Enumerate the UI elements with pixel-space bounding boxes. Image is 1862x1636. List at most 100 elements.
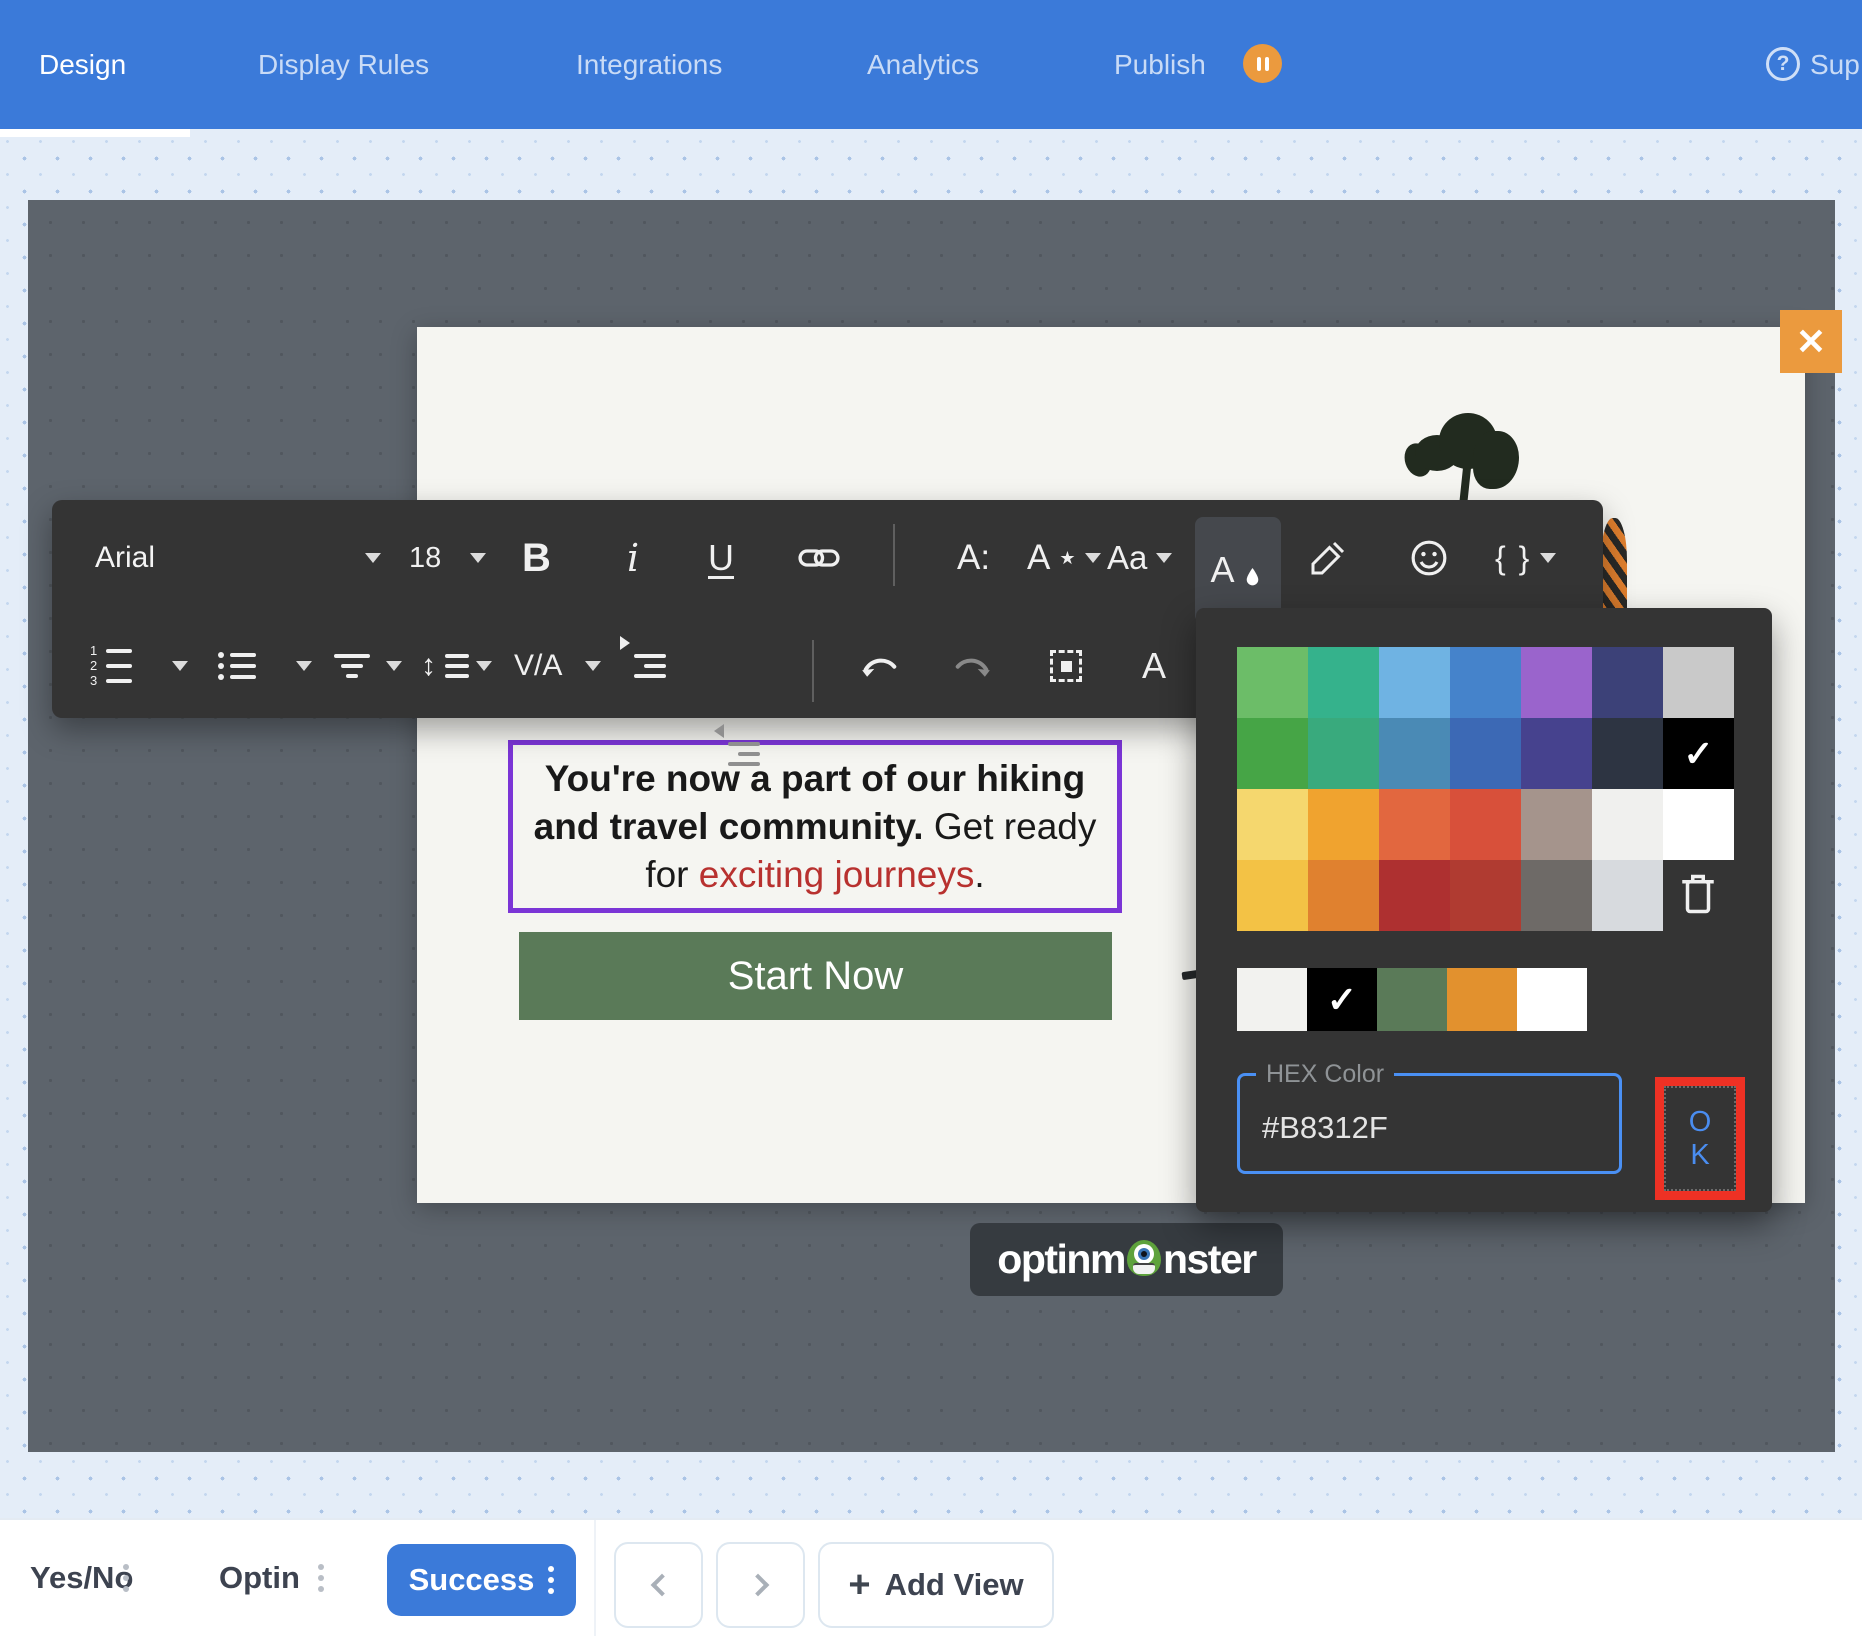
font-size-select[interactable]: 18 [409, 508, 441, 608]
active-tab-underline [0, 129, 190, 137]
color-swatch[interactable] [1592, 647, 1663, 718]
color-swatch[interactable] [1521, 860, 1592, 931]
tab-analytics[interactable]: Analytics [867, 0, 979, 129]
ordered-list-caret[interactable] [172, 622, 188, 710]
clear-format-icon[interactable]: A [1142, 622, 1175, 710]
font-size-caret[interactable] [470, 508, 486, 608]
color-swatch[interactable] [1379, 718, 1450, 789]
undo-icon[interactable] [860, 622, 900, 710]
hex-color-value[interactable]: #B8312F [1262, 1110, 1388, 1146]
emoji-icon[interactable] [1410, 508, 1448, 608]
color-swatch[interactable] [1377, 968, 1447, 1031]
view-tab-success[interactable]: Success [387, 1544, 576, 1616]
color-swatch[interactable] [1592, 718, 1663, 789]
color-swatch[interactable] [1450, 718, 1521, 789]
view-tab-yesno[interactable]: Yes/No [30, 1520, 133, 1636]
color-swatch[interactable] [1237, 968, 1307, 1031]
select-all-icon[interactable] [1050, 622, 1082, 710]
line-height-button[interactable]: ↕ [421, 622, 469, 710]
color-swatch[interactable] [1450, 789, 1521, 860]
tab-publish[interactable]: Publish [1114, 0, 1206, 129]
color-swatch[interactable] [1447, 968, 1517, 1031]
color-swatch[interactable] [1308, 789, 1379, 860]
highlight-pen-icon[interactable] [1310, 508, 1346, 608]
underline-button[interactable]: U [708, 508, 734, 608]
color-swatch[interactable] [1663, 789, 1734, 860]
palette-grid: ✓ [1237, 647, 1734, 931]
top-navigation: Design Display Rules Integrations Analyt… [0, 0, 1862, 129]
char-spacing-caret[interactable] [585, 622, 601, 710]
bullet-list-caret[interactable] [296, 622, 312, 710]
help-icon[interactable]: ? [1766, 47, 1800, 81]
illustration-striped-hat [1601, 518, 1627, 612]
color-swatch[interactable] [1521, 789, 1592, 860]
char-spacing-button[interactable]: V/A [514, 622, 562, 710]
publish-paused-icon[interactable] [1243, 44, 1282, 83]
hex-color-label: HEX Color [1256, 1060, 1394, 1089]
hex-color-field[interactable]: HEX Color #B8312F [1237, 1073, 1622, 1174]
ordered-list-button[interactable]: 1 2 3 [90, 622, 132, 710]
text-style-button[interactable]: A: [957, 508, 990, 608]
align-caret[interactable] [386, 622, 402, 710]
brand-text-left: optinm [997, 1236, 1125, 1283]
align-center-button[interactable] [334, 622, 370, 710]
line-height-caret[interactable] [476, 622, 492, 710]
bullet-list-button[interactable] [218, 622, 256, 710]
color-swatch[interactable] [1308, 718, 1379, 789]
color-swatch[interactable] [1592, 860, 1663, 931]
remove-color-icon[interactable] [1674, 866, 1722, 922]
chevron-right-icon [746, 1574, 769, 1597]
prev-view-button[interactable] [614, 1542, 703, 1628]
tab-design[interactable]: Design [39, 0, 126, 129]
color-picker-panel: ✓ ✓ HEX Color #B8312F OK [1196, 608, 1772, 1212]
add-view-button[interactable]: + Add View [818, 1542, 1054, 1628]
color-swatch[interactable] [1521, 647, 1592, 718]
color-swatch[interactable] [1521, 718, 1592, 789]
color-swatch[interactable] [1379, 647, 1450, 718]
color-swatch[interactable] [1237, 718, 1308, 789]
footer-divider [594, 1520, 596, 1636]
builder-background: Design Display Rules Integrations Analyt… [0, 0, 1862, 1636]
color-swatch[interactable] [1450, 860, 1521, 931]
color-swatch[interactable] [1379, 789, 1450, 860]
font-family-caret[interactable] [365, 508, 381, 608]
merge-tags-button[interactable]: { } [1495, 508, 1556, 608]
link-icon[interactable] [798, 508, 840, 608]
redo-icon[interactable] [952, 622, 992, 710]
color-swatch[interactable] [1450, 647, 1521, 718]
color-swatch[interactable] [1237, 647, 1308, 718]
optinmonster-badge[interactable]: optinm nster [970, 1223, 1283, 1296]
optin-menu-icon[interactable] [318, 1520, 324, 1636]
highlighted-text: exciting journeys [699, 854, 975, 895]
font-family-select[interactable]: Arial [95, 508, 155, 608]
bold-button[interactable]: B [522, 508, 551, 608]
support-link[interactable]: Sup [1810, 0, 1860, 129]
color-swatch[interactable]: ✓ [1307, 968, 1377, 1031]
popup-close-button[interactable]: ✕ [1780, 310, 1842, 373]
yesno-menu-icon[interactable] [123, 1520, 129, 1636]
toolbar-divider [812, 640, 814, 702]
toolbar-divider [893, 524, 895, 586]
color-swatch[interactable] [1379, 860, 1450, 931]
color-swatch[interactable] [1517, 968, 1587, 1031]
plant-illustration [1413, 413, 1533, 509]
text-case-button[interactable]: Aa [1107, 508, 1172, 608]
tab-display-rules[interactable]: Display Rules [258, 0, 429, 129]
tab-integrations[interactable]: Integrations [576, 0, 722, 129]
color-swatch[interactable]: ✓ [1663, 718, 1734, 789]
start-now-button[interactable]: Start Now [519, 932, 1112, 1020]
view-tab-optin[interactable]: Optin [219, 1520, 300, 1636]
color-swatch[interactable] [1237, 789, 1308, 860]
monster-mascot-icon [1126, 1240, 1162, 1276]
next-view-button[interactable] [716, 1542, 805, 1628]
favorite-styles-button[interactable]: A★ [1027, 508, 1101, 608]
success-menu-icon[interactable] [548, 1566, 554, 1594]
color-swatch[interactable] [1663, 647, 1734, 718]
italic-button[interactable]: i [627, 508, 639, 608]
chevron-left-icon [650, 1574, 673, 1597]
color-swatch[interactable] [1592, 789, 1663, 860]
color-swatch[interactable] [1237, 860, 1308, 931]
ok-button[interactable]: OK [1664, 1086, 1736, 1191]
color-swatch[interactable] [1308, 647, 1379, 718]
color-swatch[interactable] [1308, 860, 1379, 931]
